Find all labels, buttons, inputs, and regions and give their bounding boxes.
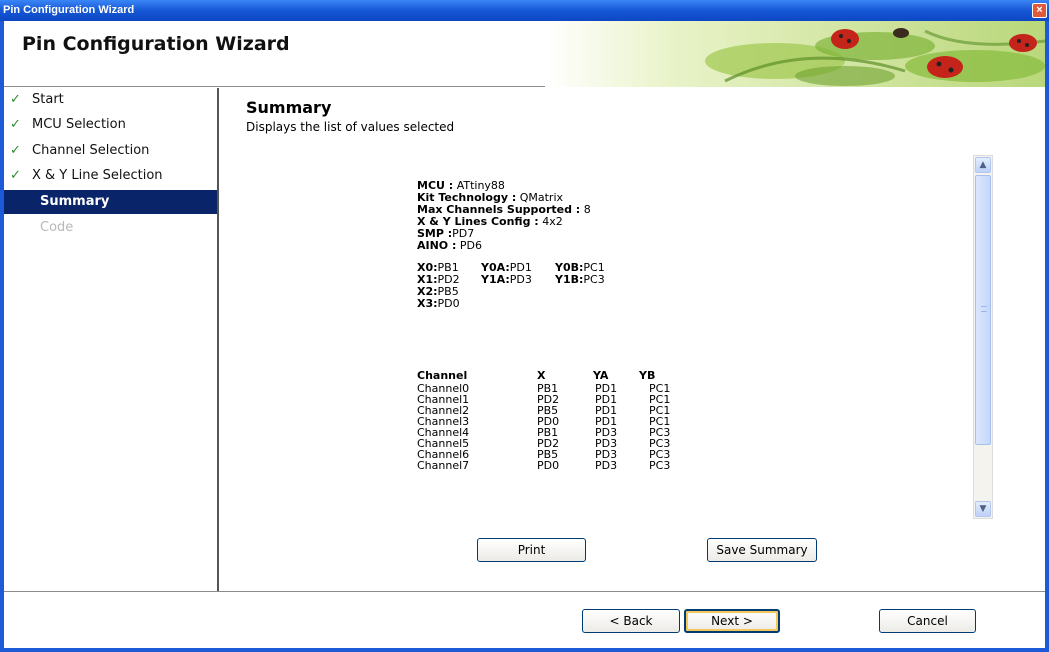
scroll-up-icon[interactable]: ▲	[975, 157, 991, 173]
checkmark-icon: ✓	[10, 168, 21, 183]
next-button[interactable]: Next >	[684, 609, 780, 633]
vertical-scrollbar[interactable]: ▲ ▼	[973, 155, 993, 519]
save-summary-button[interactable]: Save Summary	[707, 538, 817, 562]
channel-table: Channel X YA YB Channel0 PB1 PD1 PC1 Channel…	[417, 370, 717, 471]
window-titlebar: Pin Configuration Wizard ×	[0, 0, 1049, 21]
nav-item-label: Summary	[40, 194, 110, 209]
checkmark-icon: ✓	[10, 117, 21, 132]
header-banner: Pin Configuration Wizard	[4, 21, 1045, 87]
summary-panel: Summary Displays the list of values sele…	[221, 88, 1045, 591]
summary-text-area: MCU : ATtiny88 Kit Technology : QMatrix …	[417, 180, 977, 510]
nav-item-mcu-selection[interactable]: ✓ MCU Selection	[4, 113, 217, 137]
nav-item-label: Channel Selection	[32, 143, 150, 158]
cancel-button[interactable]: Cancel	[879, 609, 976, 633]
table-cell: Channel7	[417, 459, 470, 472]
pin-row: X2:PB5	[417, 285, 459, 298]
scroll-down-icon[interactable]: ▼	[975, 501, 991, 517]
table-cell: PC3	[649, 459, 671, 472]
nav-item-label: MCU Selection	[32, 117, 126, 132]
nav-item-label: Start	[32, 92, 64, 107]
nav-item-start[interactable]: ✓ Start	[4, 88, 217, 112]
nav-item-channel-selection[interactable]: ✓ Channel Selection	[4, 139, 217, 163]
smp-line: SMP :PD7	[417, 227, 475, 240]
nav-item-label: X & Y Line Selection	[32, 168, 163, 183]
xy-config-line: X & Y Lines Config : 4x2	[417, 215, 563, 228]
print-button[interactable]: Print	[477, 538, 586, 562]
pin-row: X1:PD2 Y1A:PD3 Y1B:PC3	[417, 273, 605, 286]
pin-row: X3:PD0	[417, 297, 460, 310]
back-button[interactable]: < Back	[582, 609, 680, 633]
page-title: Pin Configuration Wizard	[22, 33, 290, 55]
nav-item-code: Code	[4, 216, 217, 240]
section-subtitle: Displays the list of values selected	[246, 120, 455, 134]
wizard-steps-sidebar: ✓ Start ✓ MCU Selection ✓ Channel Select…	[4, 88, 219, 591]
channel-rows: Channel0 PB1 PD1 PC1 Channel1 PD2 PD1 PC1 Channe…	[417, 383, 717, 471]
section-title: Summary	[246, 98, 332, 117]
nav-item-summary[interactable]: Summary	[4, 190, 217, 214]
table-cell: PD0	[537, 459, 560, 472]
wizard-footer: < Back Next > Cancel	[4, 591, 1045, 648]
window-title: Pin Configuration Wizard	[3, 4, 135, 16]
checkmark-icon: ✓	[10, 143, 21, 158]
nav-item-label: Code	[40, 220, 74, 235]
close-icon[interactable]: ×	[1032, 3, 1047, 18]
checkmark-icon: ✓	[10, 92, 21, 107]
scroll-thumb[interactable]	[975, 175, 991, 445]
pin-assignments: X0:PB1 Y0A:PD1 Y0B:PC1 X1:PD2 Y1A:PD3 Y1…	[417, 262, 977, 310]
nav-item-xy-line-selection[interactable]: ✓ X & Y Line Selection	[4, 164, 217, 188]
table-cell: PD3	[595, 459, 618, 472]
table-row: Channel7 PD0 PD3 PC3	[417, 460, 717, 471]
aino-line: AINO : PD6	[417, 239, 483, 252]
ladybug-banner-image	[545, 21, 1045, 87]
